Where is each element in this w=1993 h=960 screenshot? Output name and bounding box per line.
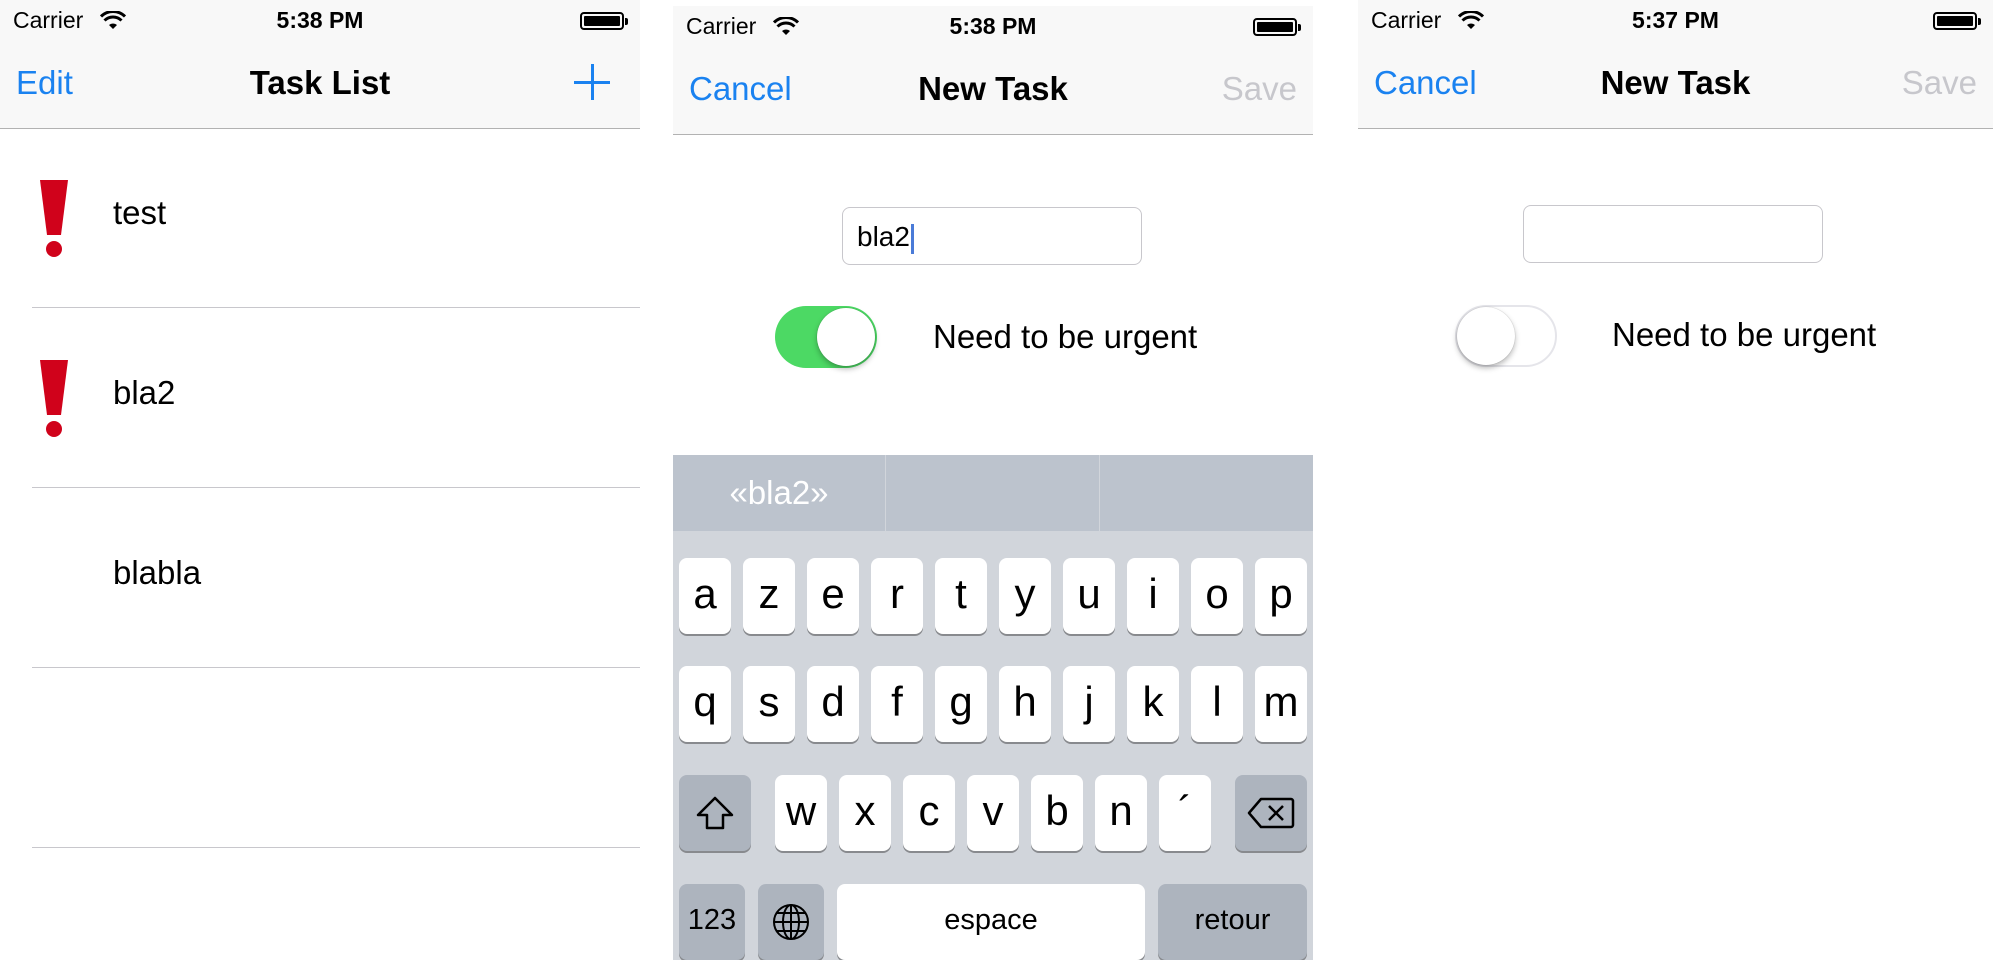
backspace-icon xyxy=(1247,797,1295,829)
new-task-screen-empty: Carrier 5:37 PM Cancel New Task Save Nee… xyxy=(1358,0,1993,960)
shift-key[interactable] xyxy=(679,775,751,851)
space-key[interactable]: espace xyxy=(837,884,1145,960)
shift-icon xyxy=(696,796,734,830)
key-t[interactable]: t xyxy=(935,558,987,634)
status-bar: Carrier 5:37 PM xyxy=(1358,0,1993,40)
battery-icon xyxy=(1933,12,1981,30)
text-cursor xyxy=(910,223,914,254)
row-separator xyxy=(32,847,640,848)
urgent-switch[interactable] xyxy=(1455,305,1557,367)
task-name-value: bla2 xyxy=(857,221,910,252)
urgent-label: Need to be urgent xyxy=(933,318,1198,355)
key-u[interactable]: u xyxy=(1063,558,1115,634)
task-name: test xyxy=(113,194,167,231)
globe-key[interactable] xyxy=(758,884,824,960)
return-key[interactable]: retour xyxy=(1158,884,1307,960)
exclamation-icon xyxy=(40,360,68,437)
switch-knob xyxy=(817,308,875,366)
key-p[interactable]: p xyxy=(1255,558,1307,634)
key-d[interactable]: d xyxy=(807,666,859,742)
key-h[interactable]: h xyxy=(999,666,1051,742)
key-m[interactable]: m xyxy=(1255,666,1307,742)
delete-key[interactable] xyxy=(1235,775,1307,851)
key-y[interactable]: y xyxy=(999,558,1051,634)
edit-button[interactable]: Edit xyxy=(16,64,73,102)
key-i[interactable]: i xyxy=(1127,558,1179,634)
key-f[interactable]: f xyxy=(871,666,923,742)
cancel-button[interactable]: Cancel xyxy=(689,70,792,108)
status-bar: Carrier 5:38 PM xyxy=(673,6,1313,46)
status-time: 5:38 PM xyxy=(949,13,1037,39)
numbers-key[interactable]: 123 xyxy=(679,884,745,960)
key-l[interactable]: l xyxy=(1191,666,1243,742)
key-n[interactable]: n xyxy=(1095,775,1147,851)
suggestion-bar: «bla2» xyxy=(673,455,1313,531)
key-w[interactable]: w xyxy=(775,775,827,851)
key-q[interactable]: q xyxy=(679,666,731,742)
key-v[interactable]: v xyxy=(967,775,1019,851)
urgent-label: Need to be urgent xyxy=(1612,316,1877,353)
navigation-bar: Cancel New Task Save xyxy=(1358,40,1993,129)
key-c[interactable]: c xyxy=(903,775,955,851)
key-z[interactable]: z xyxy=(743,558,795,634)
navigation-bar: Cancel New Task Save xyxy=(673,46,1313,135)
suggestion-item[interactable] xyxy=(1100,455,1313,531)
key-e[interactable]: e xyxy=(807,558,859,634)
table-row[interactable]: blabla xyxy=(0,488,640,668)
suggestion-item[interactable]: «bla2» xyxy=(673,455,885,531)
new-task-screen-filled: Carrier 5:38 PM Cancel New Task Save bla… xyxy=(673,6,1313,960)
task-name-field[interactable]: bla2 xyxy=(842,207,1142,265)
key-b[interactable]: b xyxy=(1031,775,1083,851)
suggestion-item[interactable] xyxy=(886,455,1099,531)
empty-row xyxy=(0,668,640,848)
task-name: blabla xyxy=(113,554,202,591)
page-title: Task List xyxy=(249,64,391,101)
keyboard: «bla2» azertyuiop qsdfghjklm w x c v b n ´ 123 xyxy=(673,455,1313,960)
battery-icon xyxy=(1253,18,1301,36)
key-k[interactable]: k xyxy=(1127,666,1179,742)
table-row[interactable]: test xyxy=(0,128,640,308)
status-bar: Carrier 5:38 PM xyxy=(0,0,640,40)
key-g[interactable]: g xyxy=(935,666,987,742)
navigation-bar: Edit Task List xyxy=(0,40,640,129)
globe-icon xyxy=(773,904,809,940)
key-j[interactable]: j xyxy=(1063,666,1115,742)
key-o[interactable]: o xyxy=(1191,558,1243,634)
exclamation-icon xyxy=(40,180,68,257)
key-s[interactable]: s xyxy=(743,666,795,742)
status-time: 5:38 PM xyxy=(276,7,364,33)
battery-icon xyxy=(580,12,628,30)
plus-icon[interactable] xyxy=(574,64,610,100)
key-x[interactable]: x xyxy=(839,775,891,851)
task-list-screen: Carrier 5:38 PM Edit Task List test bla2… xyxy=(0,0,640,960)
table-row[interactable]: bla2 xyxy=(0,308,640,488)
urgent-switch[interactable] xyxy=(775,306,877,368)
task-name-field[interactable] xyxy=(1523,205,1823,263)
task-name: bla2 xyxy=(113,374,176,411)
key-accent[interactable]: ´ xyxy=(1159,775,1211,851)
switch-knob xyxy=(1457,307,1515,365)
key-r[interactable]: r xyxy=(871,558,923,634)
status-time: 5:37 PM xyxy=(1632,7,1719,33)
save-button[interactable]: Save xyxy=(1902,64,1977,102)
cancel-button[interactable]: Cancel xyxy=(1374,64,1477,102)
save-button[interactable]: Save xyxy=(1222,70,1297,108)
key-a[interactable]: a xyxy=(679,558,731,634)
